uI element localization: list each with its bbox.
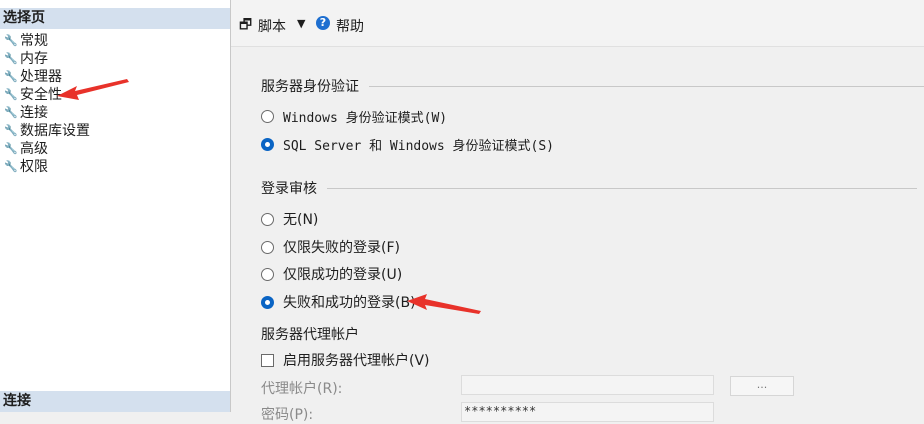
browse-button[interactable]: ... [730,376,794,396]
wrench-icon: 🔧 [4,142,18,155]
wrench-icon: 🔧 [4,70,18,83]
proxy-account-field[interactable] [461,375,714,395]
page-item-label: 处理器 [20,69,62,85]
page-item-processors[interactable]: 🔧 处理器 [0,68,230,86]
audit-success-label: 仅限成功的登录(U) [283,267,403,283]
windows-auth-radio[interactable] [261,110,274,123]
audit-success-radio[interactable] [261,267,274,281]
server-auth-group-title: 服务器身份验证 [261,76,924,96]
audit-success-option[interactable]: 仅限成功的登录(U) [261,264,402,284]
page-item-label: 连接 [20,105,48,121]
wrench-icon: 🔧 [4,106,18,119]
script-button[interactable]: 脚本 [258,16,286,36]
page-list: 🔧 常规 🔧 内存 🔧 处理器 🔧 安全性 🔧 连接 🔧 数据库设置 🔧 高级 🔧 权限 [0,32,230,176]
proxy-title: 服务器代理帐户 [261,327,359,343]
help-button[interactable]: 帮助 [336,16,364,36]
chevron-down-icon[interactable]: ▼ [297,17,305,30]
audit-both-label: 失败和成功的登录(B) [283,295,416,311]
page-item-memory[interactable]: 🔧 内存 [0,50,230,68]
page-item-label: 数据库设置 [20,123,90,139]
wrench-icon: 🔧 [4,34,18,47]
select-page-header: 选择页 [0,8,230,29]
login-audit-title: 登录审核 [261,181,317,197]
wrench-icon: 🔧 [4,88,18,101]
audit-both-option[interactable]: 失败和成功的登录(B) [261,292,416,312]
page-item-label: 权限 [20,159,48,175]
audit-none-option[interactable]: 无(N) [261,209,318,229]
password-label: 密码(P): [261,407,314,423]
page-item-label: 安全性 [20,87,62,103]
audit-none-radio[interactable] [261,212,274,226]
page-item-database-settings[interactable]: 🔧 数据库设置 [0,122,230,140]
page-item-label: 常规 [20,33,48,49]
audit-none-label: 无(N) [283,212,319,228]
mixed-auth-label: SQL Server 和 Windows 身份验证模式(S) [283,139,555,154]
password-field[interactable]: ********** [461,402,714,422]
login-audit-group-title: 登录审核 [261,178,917,198]
proxy-account-label: 代理帐户(R): [261,381,343,397]
page-item-advanced[interactable]: 🔧 高级 [0,140,230,158]
wrench-icon: 🔧 [4,52,18,65]
enable-proxy-option[interactable]: 启用服务器代理帐户(V) [261,350,430,370]
proxy-group-title: 服务器代理帐户 [261,324,359,344]
windows-auth-label: Windows 身份验证模式(W) [283,111,448,126]
audit-failed-label: 仅限失败的登录(F) [283,240,400,256]
mixed-auth-radio[interactable] [261,138,274,151]
select-page-pane: 选择页 🔧 常规 🔧 内存 🔧 处理器 🔧 安全性 🔧 连接 🔧 数据库设置 🔧 高级 🔧 权限… [0,0,231,412]
connection-header: 连接 [0,391,230,412]
enable-proxy-label: 启用服务器代理帐户(V) [283,353,430,369]
group-divider [327,187,917,189]
script-icon[interactable]: 🗗 [239,14,252,38]
mixed-auth-option[interactable]: SQL Server 和 Windows 身份验证模式(S) [261,135,554,154]
help-icon[interactable]: ? [316,16,330,30]
audit-failed-radio[interactable] [261,240,274,254]
enable-proxy-checkbox[interactable] [261,353,274,367]
audit-both-radio[interactable] [261,295,274,309]
page-item-permissions[interactable]: 🔧 权限 [0,158,230,176]
audit-failed-option[interactable]: 仅限失败的登录(F) [261,237,400,257]
page-item-label: 高级 [20,141,48,157]
page-item-connections[interactable]: 🔧 连接 [0,104,230,122]
page-item-security[interactable]: 🔧 安全性 [0,86,230,104]
security-page-content: 服务器身份验证 Windows 身份验证模式(W) SQL Server 和 W… [231,47,924,423]
wrench-icon: 🔧 [4,124,18,137]
group-divider [369,85,924,87]
server-auth-title: 服务器身份验证 [261,79,359,95]
windows-auth-option[interactable]: Windows 身份验证模式(W) [261,107,447,126]
page-item-general[interactable]: 🔧 常规 [0,32,230,50]
toolbar: 🗗 脚本 ▼ ? 帮助 [231,0,924,46]
wrench-icon: 🔧 [4,160,18,173]
page-item-label: 内存 [20,51,48,67]
